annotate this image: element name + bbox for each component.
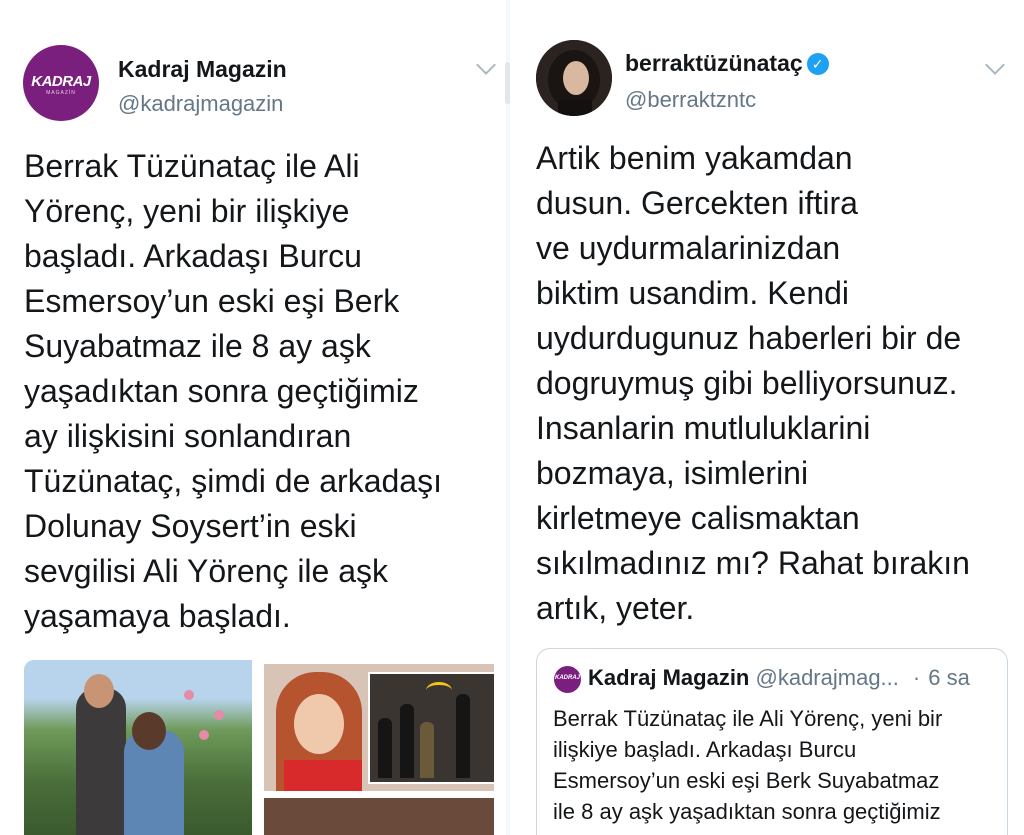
quoted-text-line: Esmersoy’un eski eşi Berk Suyabatmaz: [553, 768, 940, 793]
display-name[interactable]: berraktüzünataç ✓: [625, 50, 829, 77]
display-name[interactable]: Kadraj Magazin: [118, 56, 287, 83]
tweet-text-line: dogruymuş gibi belliyorsunuz.: [536, 365, 958, 401]
tweet-text-line: artık, yeter.: [536, 590, 695, 626]
quoted-tweet-card[interactable]: KADRAJ Kadraj Magazin @kadrajmag... · 6 sa…: [536, 648, 1008, 835]
tweet-photo-couple[interactable]: [24, 660, 252, 835]
right-tweet: berraktüzünataç ✓ @berraktzntc Artik beni…: [510, 0, 1024, 835]
quoted-text-line: ile 8 ay aşk yaşadıktan sonra geçtiğimiz: [553, 799, 941, 824]
user-avatar[interactable]: [536, 40, 612, 116]
chevron-down-icon[interactable]: [985, 55, 1005, 75]
tweet-text-line: Artik benim yakamdan: [536, 140, 853, 176]
photo-inset: [368, 672, 494, 784]
quoted-tweet-text: Berrak Tüzünataç ile Ali Yörenç, yeni bi…: [553, 703, 942, 827]
user-handle[interactable]: @kadrajmagazin: [118, 91, 283, 117]
photo-detail: [378, 718, 392, 778]
tweet-text-line: Insanlarin mutluluklarini: [536, 410, 871, 446]
tweet-photo-portrait[interactable]: [264, 664, 494, 791]
avatar-logo-subtext: MAGAZİN: [46, 90, 76, 96]
tweet-text: Artik benim yakamdan dusun. Gercekten if…: [536, 136, 970, 631]
tweet-text-line: sevgilisi Ali Yörenç ile aşk: [24, 553, 389, 589]
chevron-down-icon[interactable]: [476, 55, 496, 75]
photo-detail: [76, 688, 126, 835]
quoted-display-name: Kadraj Magazin: [588, 665, 750, 690]
photo-detail: [132, 712, 166, 750]
quoted-header: Kadraj Magazin @kadrajmag... · 6 sa: [588, 665, 970, 691]
quoted-text-line: ilişkiye başladı. Arkadaşı Burcu: [553, 737, 857, 762]
photo-detail: [284, 760, 362, 791]
photo-detail: [199, 730, 209, 740]
tweet-text-line: ve uydurmalarinizdan: [536, 230, 841, 266]
quoted-avatar: KADRAJ: [554, 666, 581, 693]
tweet-text-line: dusun. Gercekten iftira: [536, 185, 858, 221]
photo-detail: [456, 694, 470, 778]
quoted-text-line: Berrak Tüzünataç ile Ali Yörenç, yeni bi…: [553, 706, 943, 731]
tweet-text-line: Yörenç, yeni bir ilişkiye: [24, 193, 350, 229]
verified-badge-icon: ✓: [806, 53, 829, 75]
photo-detail: [184, 690, 194, 700]
tweet-text: Berrak Tüzünataç ile Ali Yörenç, yeni bi…: [24, 144, 442, 639]
photo-detail: [214, 710, 224, 720]
quoted-avatar-logo-text: KADRAJ: [554, 675, 580, 681]
quoted-handle: @kadrajmag...: [755, 665, 899, 690]
tweet-text-line: başladı. Arkadaşı Burcu: [24, 238, 362, 274]
avatar-logo-text: KADRAJ: [31, 73, 91, 90]
tweet-text-line: yaşadıktan sonra geçtiğimiz: [24, 373, 419, 409]
tweet-text-line: sıkılmadınız mı? Rahat bırakın: [536, 545, 970, 581]
quoted-separator: ·: [912, 665, 921, 690]
tweet-text-line: biktim usandim. Kendi: [536, 275, 850, 311]
tweet-text-line: Esmersoy’un eski eşi Berk: [24, 283, 400, 319]
tweet-text-line: Berrak Tüzünataç ile Ali: [24, 148, 360, 184]
tweet-text-line: bozmaya, isimlerini: [536, 455, 809, 491]
photo-detail: [400, 704, 414, 778]
tweet-text-line: Tüzünataç, şimdi de arkadaşı: [24, 463, 442, 499]
quoted-timestamp: 6 sa: [928, 665, 970, 690]
tweet-text-line: kirletmeye calismaktan: [536, 500, 860, 536]
kadraj-avatar[interactable]: KADRAJ MAGAZİN: [23, 45, 99, 121]
photo-detail: [294, 694, 344, 754]
tweet-photo-third[interactable]: [264, 798, 494, 835]
tweet-text-line: ay ilişkisini sonlandıran: [24, 418, 352, 454]
photo-detail: [84, 674, 114, 708]
display-name-text: berraktüzünataç: [625, 50, 803, 76]
tweet-text-line: uydurdugunuz haberleri bir de: [536, 320, 962, 356]
tweet-text-line: Suyabatmaz ile 8 ay aşk: [24, 328, 371, 364]
arrow-icon: [426, 682, 452, 699]
tweet-text-line: Dolunay Soysert’in eski: [24, 508, 357, 544]
tweet-text-line: yaşamaya başladı.: [24, 598, 291, 634]
photo-detail: [420, 722, 434, 778]
user-handle[interactable]: @berraktzntc: [625, 87, 756, 113]
avatar-photo: [536, 40, 612, 116]
left-tweet: KADRAJ MAGAZİN Kadraj Magazin @kadrajmag…: [0, 0, 505, 835]
